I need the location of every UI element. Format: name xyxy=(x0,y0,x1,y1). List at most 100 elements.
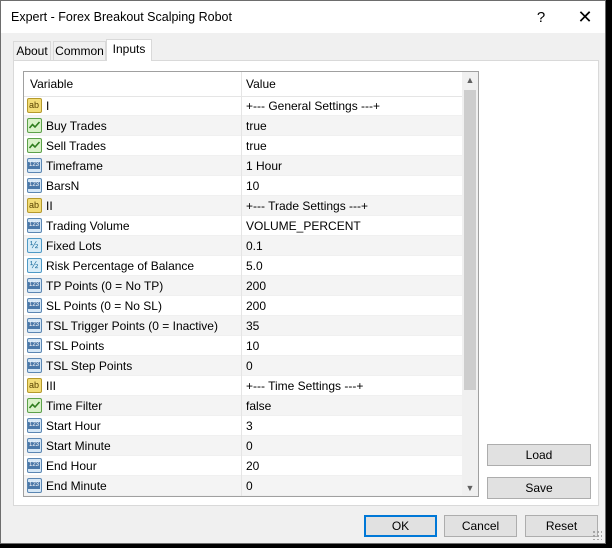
tab-common[interactable]: Common xyxy=(53,41,106,60)
cancel-button[interactable]: Cancel xyxy=(444,515,517,537)
value-cell[interactable]: 10 xyxy=(242,176,462,196)
value-cell[interactable]: 3 xyxy=(242,416,462,436)
bool-icon xyxy=(27,398,42,413)
value-cell[interactable]: 0 xyxy=(242,476,462,496)
table-row[interactable]: III +--- Time Settings ---+ xyxy=(24,376,462,396)
ab-string-icon xyxy=(27,198,42,213)
scroll-thumb[interactable] xyxy=(464,90,476,390)
value-cell[interactable]: 200 xyxy=(242,276,462,296)
table-row[interactable]: TSL Step Points 0 xyxy=(24,356,462,376)
table-row[interactable]: I +--- General Settings ---+ xyxy=(24,96,462,116)
variable-name: Buy Trades xyxy=(46,119,107,133)
table-row[interactable]: Risk Percentage of Balance 5.0 xyxy=(24,256,462,276)
value-cell[interactable]: 35 xyxy=(242,316,462,336)
close-button[interactable]: ✕ xyxy=(565,5,605,29)
table-row[interactable]: Fixed Lots 0.1 xyxy=(24,236,462,256)
int-icon xyxy=(27,318,42,333)
table-row[interactable]: TSL Trigger Points (0 = Inactive) 35 xyxy=(24,316,462,336)
int-icon xyxy=(27,298,42,313)
int-icon xyxy=(27,458,42,473)
table-row[interactable]: TSL Points 10 xyxy=(24,336,462,356)
tab-about[interactable]: About xyxy=(13,41,51,60)
table-row[interactable]: Start Hour 3 xyxy=(24,416,462,436)
value-cell[interactable]: 200 xyxy=(242,296,462,316)
value-cell[interactable]: 10 xyxy=(242,336,462,356)
value-cell[interactable]: +--- General Settings ---+ xyxy=(242,96,462,116)
variable-name: End Minute xyxy=(46,479,107,493)
value-cell[interactable]: +--- Time Settings ---+ xyxy=(242,376,462,396)
variable-cell[interactable]: Start Hour xyxy=(24,416,242,436)
variable-column-header[interactable]: Variable xyxy=(24,72,242,96)
value-cell[interactable]: 0 xyxy=(242,356,462,376)
table-row[interactable]: Sell Trades true xyxy=(24,136,462,156)
variable-name: Trading Volume xyxy=(46,219,130,233)
tab-inputs[interactable]: Inputs xyxy=(106,39,152,61)
help-button[interactable]: ? xyxy=(521,5,561,29)
scroll-up-arrow-icon[interactable]: ▲ xyxy=(462,72,478,88)
variable-name: Start Hour xyxy=(46,419,101,433)
scroll-down-arrow-icon[interactable]: ▼ xyxy=(462,480,478,496)
variable-cell[interactable]: TSL Trigger Points (0 = Inactive) xyxy=(24,316,242,336)
value-cell[interactable]: 20 xyxy=(242,456,462,476)
value-cell[interactable]: 0 xyxy=(242,436,462,456)
variable-cell[interactable]: TSL Points xyxy=(24,336,242,356)
variable-cell[interactable]: Fixed Lots xyxy=(24,236,242,256)
table-row[interactable]: End Minute 0 xyxy=(24,476,462,496)
load-button[interactable]: Load xyxy=(487,444,591,466)
table-row[interactable]: End Hour 20 xyxy=(24,456,462,476)
value-cell[interactable]: 0.1 xyxy=(242,236,462,256)
variable-name: Timeframe xyxy=(46,159,103,173)
variable-cell[interactable]: TSL Step Points xyxy=(24,356,242,376)
variable-name: Risk Percentage of Balance xyxy=(46,259,195,273)
title-bar[interactable]: Expert - Forex Breakout Scalping Robot ?… xyxy=(1,1,605,33)
value-cell[interactable]: +--- Trade Settings ---+ xyxy=(242,196,462,216)
variable-cell[interactable]: Start Minute xyxy=(24,436,242,456)
variable-name: Time Filter xyxy=(46,399,103,413)
table-row[interactable]: Buy Trades true xyxy=(24,116,462,136)
variable-cell[interactable]: End Hour xyxy=(24,456,242,476)
table-row[interactable]: BarsN 10 xyxy=(24,176,462,196)
table-row[interactable]: SL Points (0 = No SL) 200 xyxy=(24,296,462,316)
variable-cell[interactable]: III xyxy=(24,376,242,396)
table-row[interactable]: Time Filter false xyxy=(24,396,462,416)
table-row[interactable]: Timeframe 1 Hour xyxy=(24,156,462,176)
variable-cell[interactable]: Buy Trades xyxy=(24,116,242,136)
int-icon xyxy=(27,178,42,193)
value-cell[interactable]: true xyxy=(242,116,462,136)
variable-cell[interactable]: II xyxy=(24,196,242,216)
variable-cell[interactable]: I xyxy=(24,96,242,116)
reset-button[interactable]: Reset xyxy=(525,515,598,537)
ok-button[interactable]: OK xyxy=(364,515,437,537)
double-icon xyxy=(27,238,42,253)
table-row[interactable]: II +--- Trade Settings ---+ xyxy=(24,196,462,216)
variable-cell[interactable]: Risk Percentage of Balance xyxy=(24,256,242,276)
int-icon xyxy=(27,418,42,433)
value-cell[interactable]: 5.0 xyxy=(242,256,462,276)
table-row[interactable]: TP Points (0 = No TP) 200 xyxy=(24,276,462,296)
save-button[interactable]: Save xyxy=(487,477,591,499)
int-icon xyxy=(27,218,42,233)
variable-cell[interactable]: End Minute xyxy=(24,476,242,496)
variable-name: BarsN xyxy=(46,179,80,193)
value-cell[interactable]: true xyxy=(242,136,462,156)
variable-name: Fixed Lots xyxy=(46,239,102,253)
variable-cell[interactable]: Trading Volume xyxy=(24,216,242,236)
variable-name: TSL Step Points xyxy=(46,359,133,373)
value-cell[interactable]: 1 Hour xyxy=(242,156,462,176)
variable-cell[interactable]: SL Points (0 = No SL) xyxy=(24,296,242,316)
table-row[interactable]: Trading Volume VOLUME_PERCENT xyxy=(24,216,462,236)
variable-cell[interactable]: BarsN xyxy=(24,176,242,196)
value-column-header[interactable]: Value xyxy=(242,72,462,96)
value-cell[interactable]: false xyxy=(242,396,462,416)
vertical-scrollbar[interactable]: ▲ ▼ xyxy=(462,72,478,496)
variable-cell[interactable]: Sell Trades xyxy=(24,136,242,156)
variable-cell[interactable]: TP Points (0 = No TP) xyxy=(24,276,242,296)
window-title: Expert - Forex Breakout Scalping Robot xyxy=(11,10,232,24)
variable-name: I xyxy=(46,99,50,113)
table-row[interactable]: Start Minute 0 xyxy=(24,436,462,456)
grid-header: Variable Value xyxy=(24,72,462,97)
value-cell[interactable]: VOLUME_PERCENT xyxy=(242,216,462,236)
variable-cell[interactable]: Time Filter xyxy=(24,396,242,416)
variable-cell[interactable]: Timeframe xyxy=(24,156,242,176)
resize-grip[interactable] xyxy=(592,530,602,540)
